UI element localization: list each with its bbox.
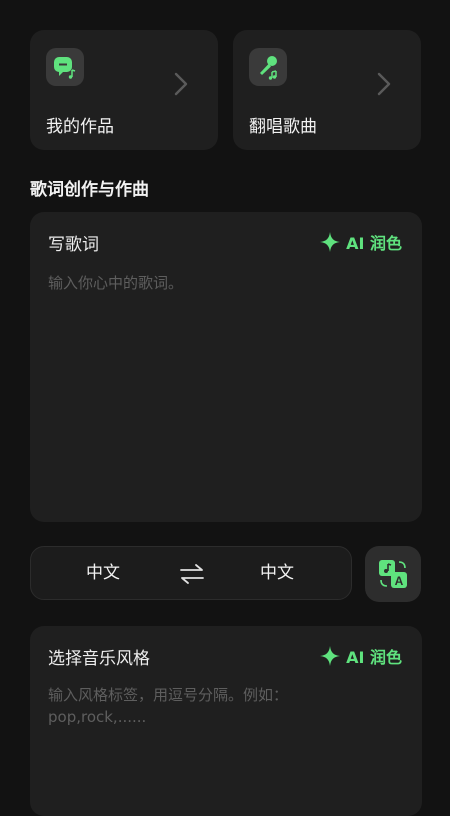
my-works-label: 我的作品 — [46, 117, 114, 137]
chevron-right-icon — [174, 72, 188, 96]
swap-arrows-icon[interactable] — [179, 563, 205, 585]
style-ai-polish-button[interactable]: AI 润色 — [320, 644, 402, 668]
music-style-input[interactable]: 输入风格标签，用逗号分隔。例如：pop,rock,...... — [48, 684, 368, 728]
microphone-icon — [249, 48, 287, 86]
translate-icon: A — [379, 560, 407, 588]
my-works-card[interactable]: 我的作品 — [30, 30, 218, 150]
section-title: 歌词创作与作曲 — [30, 180, 149, 200]
lyrics-label: 写歌词 — [48, 234, 99, 255]
music-style-card: 选择音乐风格 AI 润色 输入风格标签，用逗号分隔。例如：pop,rock,..… — [30, 626, 422, 816]
lyrics-ai-polish-label: AI 润色 — [346, 234, 402, 253]
language-selector: 中文 中文 — [30, 546, 352, 600]
sparkle-icon — [320, 646, 341, 666]
translate-button[interactable]: A — [365, 546, 421, 602]
cover-songs-label: 翻唱歌曲 — [249, 117, 317, 137]
lyrics-ai-polish-button[interactable]: AI 润色 — [320, 230, 402, 254]
target-language[interactable]: 中文 — [260, 547, 294, 599]
svg-text:A: A — [395, 574, 404, 588]
lyrics-note-icon — [46, 48, 84, 86]
source-language[interactable]: 中文 — [86, 547, 120, 599]
sparkle-icon — [320, 232, 341, 252]
lyrics-card: 写歌词 AI 润色 输入你心中的歌词。 — [30, 212, 422, 522]
lyrics-input[interactable]: 输入你心中的歌词。 — [48, 272, 402, 294]
chevron-right-icon — [377, 72, 391, 96]
cover-songs-card[interactable]: 翻唱歌曲 — [233, 30, 421, 150]
music-style-label: 选择音乐风格 — [48, 648, 150, 669]
style-ai-polish-label: AI 润色 — [346, 648, 402, 667]
